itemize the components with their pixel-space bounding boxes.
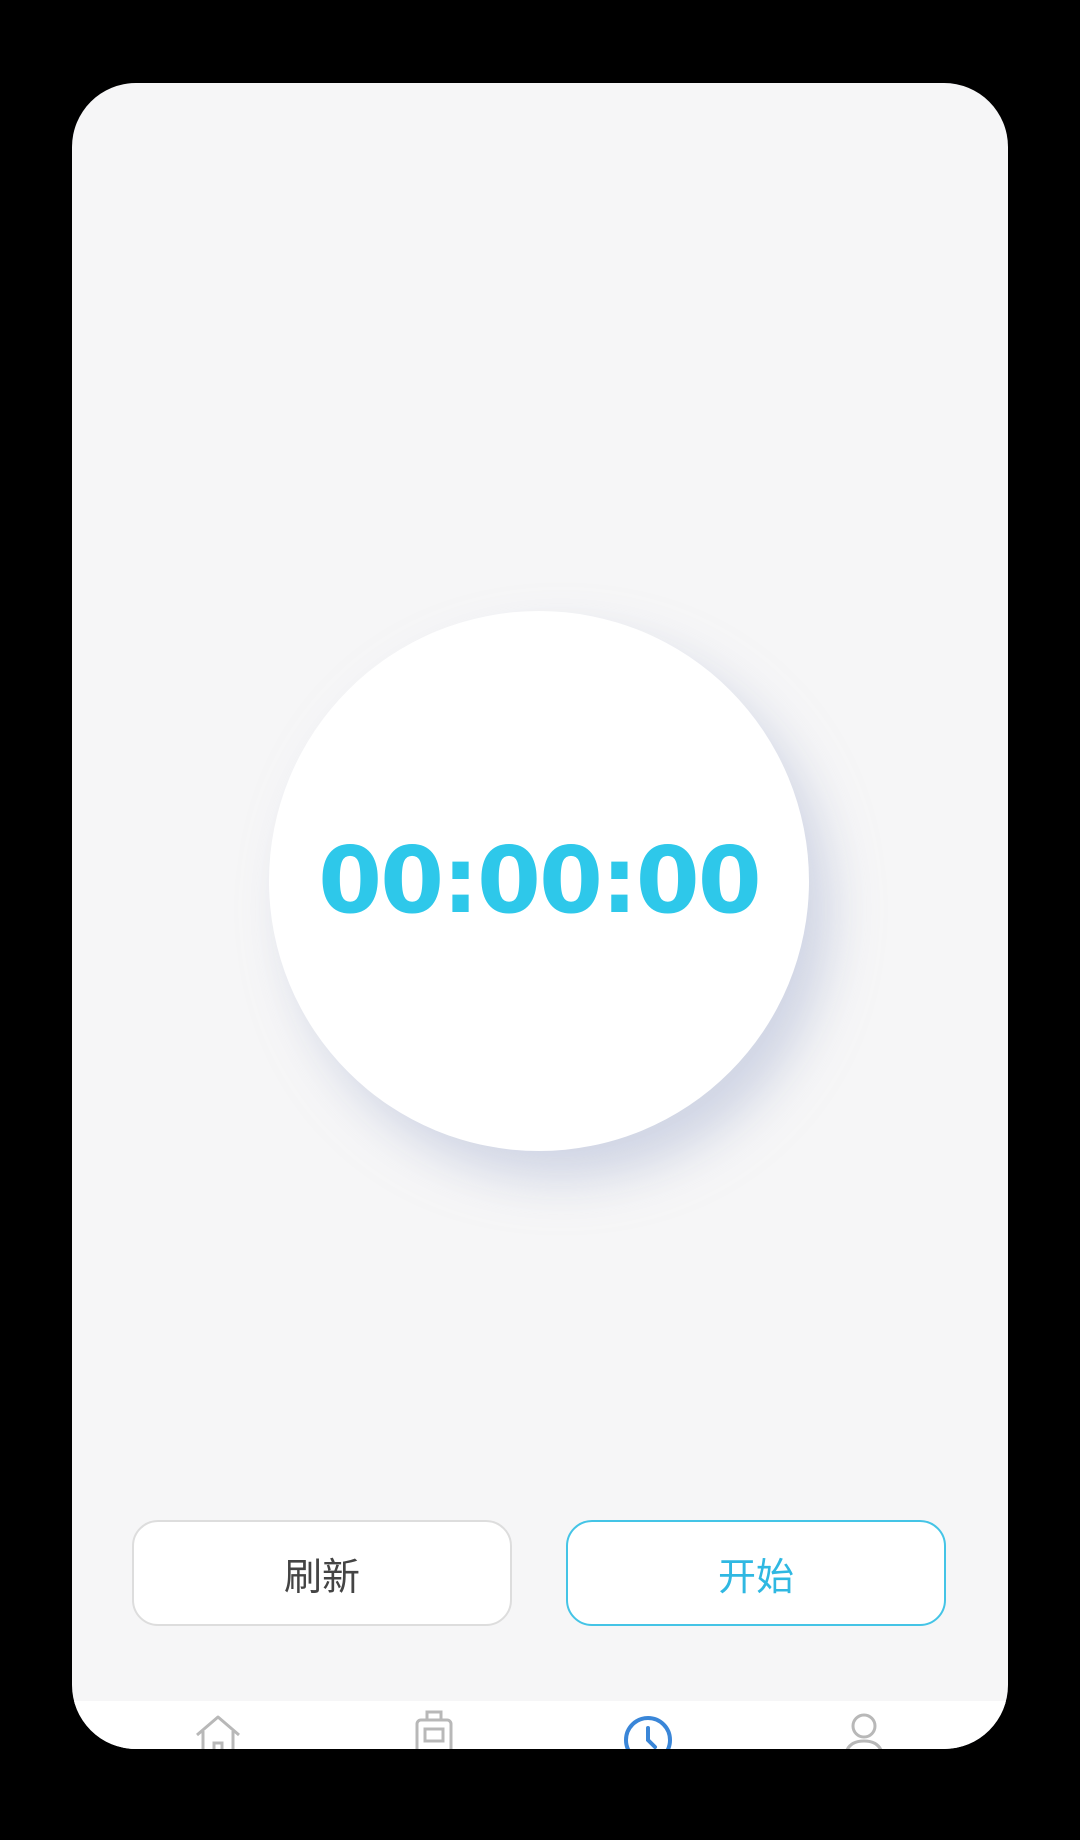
refresh-button-label: 刷新 — [283, 1554, 360, 1599]
clock-icon — [624, 1716, 672, 1749]
tab-home[interactable] — [188, 1709, 248, 1749]
tab-work[interactable] — [404, 1709, 464, 1749]
refresh-button[interactable]: 刷新 — [132, 1520, 512, 1626]
user-icon — [845, 1713, 883, 1749]
app-screen: 00:00:00 刷新 开始 — [72, 83, 1008, 1749]
tab-timer[interactable] — [618, 1709, 678, 1749]
home-icon — [196, 1715, 240, 1749]
timer-circle: 00:00:00 — [269, 611, 809, 1151]
bottom-tab-bar — [72, 1701, 1008, 1749]
start-button-label: 开始 — [717, 1554, 794, 1599]
timer-display: 00:00:00 — [318, 827, 762, 934]
start-button[interactable]: 开始 — [566, 1520, 946, 1626]
tab-profile[interactable] — [834, 1709, 894, 1749]
briefcase-icon — [415, 1710, 453, 1749]
